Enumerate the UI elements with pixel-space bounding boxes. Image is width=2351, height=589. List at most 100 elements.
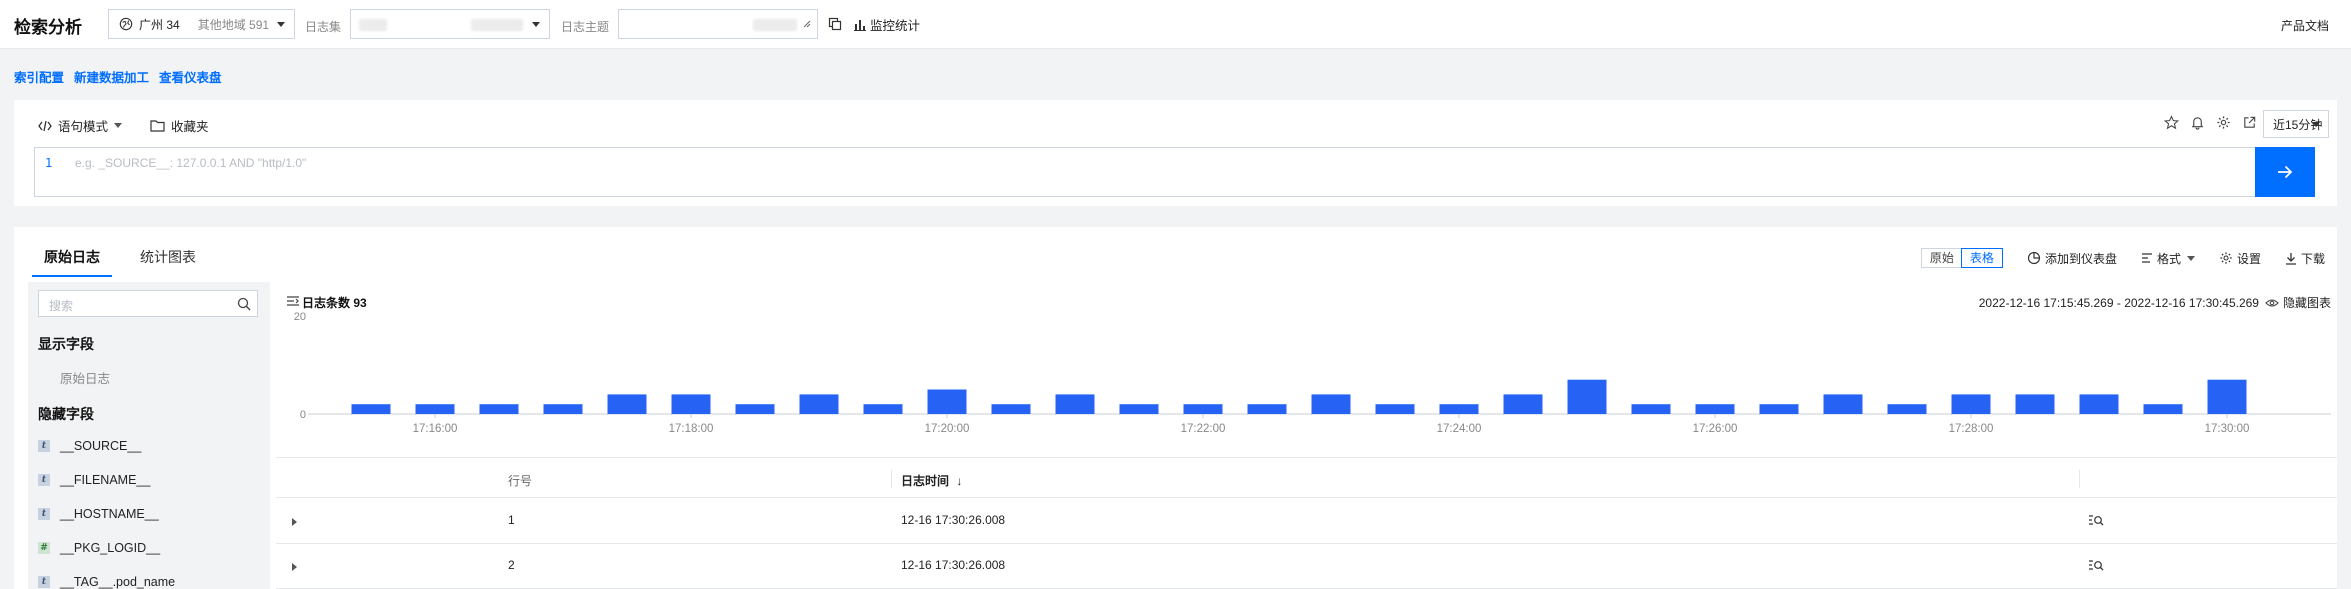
histogram-bar[interactable]: [2015, 394, 2055, 414]
histogram-bar[interactable]: [1887, 404, 1927, 414]
result-tabs: 原始日志 统计图表: [32, 227, 224, 277]
table-row[interactable]: 1 12-16 17:30:26.008: [276, 499, 2337, 544]
format-label: 格式: [2156, 251, 2181, 266]
context-search-icon[interactable]: [2088, 559, 2104, 571]
view-table-button[interactable]: 表格: [1960, 248, 2003, 268]
chevron-down-icon: [532, 22, 540, 27]
chevron-down-icon: [277, 22, 285, 27]
histogram-bar[interactable]: [1951, 394, 1991, 414]
histogram-bar[interactable]: [671, 394, 711, 414]
number-type-icon: #: [38, 542, 50, 554]
search-submit-button[interactable]: [2255, 147, 2315, 197]
logset-select[interactable]: [350, 9, 550, 39]
field-name: __PKG_LOGID__: [60, 541, 161, 555]
histogram-bar[interactable]: [479, 404, 519, 414]
hidden-field-item[interactable]: t __FILENAME__: [38, 473, 150, 487]
time-range-select[interactable]: 近15分钟: [2263, 110, 2329, 138]
query-editor[interactable]: 1 e.g. _SOURCE__: 127.0.0.1 AND "http/1.…: [34, 147, 2296, 197]
context-search-icon[interactable]: [2088, 514, 2104, 526]
settings-button[interactable]: 设置: [2219, 250, 2261, 267]
row-log-time: 12-16 17:30:26.008: [901, 513, 1006, 527]
field-name: __SOURCE__: [60, 439, 142, 453]
field-search-input[interactable]: 搜索: [38, 290, 258, 317]
index-config-link[interactable]: 索引配置: [14, 67, 64, 86]
expand-row-icon[interactable]: [292, 518, 297, 526]
histogram-bar[interactable]: [1695, 404, 1735, 414]
add-to-dashboard-button[interactable]: 添加到仪表盘: [2027, 250, 2117, 267]
histogram-bar[interactable]: [1631, 404, 1671, 414]
favorites-button[interactable]: 收藏夹: [150, 116, 209, 135]
region-select[interactable]: 广州 34 其他地域 591: [108, 9, 295, 39]
x-tick-label: 17:30:00: [2205, 423, 2250, 435]
histogram-bar[interactable]: [863, 404, 903, 414]
format-dropdown[interactable]: 格式: [2141, 250, 2195, 267]
histogram-bar[interactable]: [799, 394, 839, 414]
histogram-bar[interactable]: [1823, 394, 1863, 414]
histogram-bar[interactable]: [607, 394, 647, 414]
histogram-bar[interactable]: [2143, 404, 2183, 414]
shown-field-raw-log[interactable]: 原始日志: [60, 368, 110, 387]
monitor-stats-link[interactable]: 监控统计: [853, 15, 920, 34]
column-divider[interactable]: [891, 470, 892, 488]
x-tick-label: 17:16:00: [413, 423, 458, 435]
query-panel: 语句模式 收藏夹 近15分钟 1 e.g. _SOURCE__: 127.0.0…: [14, 100, 2337, 206]
logset-value-redacted-2: [471, 19, 523, 31]
histogram-bar[interactable]: [1055, 394, 1095, 414]
table-header: 行号 日志时间 ↓: [276, 458, 2337, 498]
histogram-bar[interactable]: [415, 404, 455, 414]
histogram-bar[interactable]: [2207, 379, 2247, 414]
row-log-time: 12-16 17:30:26.008: [901, 558, 1006, 572]
histogram-bar[interactable]: [991, 404, 1031, 414]
topic-select[interactable]: [618, 9, 818, 39]
hidden-field-item[interactable]: # __PKG_LOGID__: [38, 541, 160, 555]
view-dashboard-link[interactable]: 查看仪表盘: [159, 67, 222, 86]
view-raw-button[interactable]: 原始: [1922, 249, 1962, 267]
download-button[interactable]: 下载: [2285, 250, 2325, 267]
gear-icon: [2220, 252, 2232, 264]
histogram-bar[interactable]: [351, 404, 391, 414]
histogram-bar[interactable]: [2079, 394, 2119, 414]
column-divider[interactable]: [2079, 470, 2080, 488]
log-histogram: 日志条数 93 2022-12-16 17:15:45.269 - 2022-1…: [276, 282, 2337, 460]
shown-fields-header: 显示字段: [38, 336, 94, 352]
histogram-bar[interactable]: [735, 404, 775, 414]
syntax-mode-dropdown[interactable]: 语句模式: [38, 116, 123, 135]
product-docs-link[interactable]: 产品文档: [2281, 17, 2329, 34]
expand-row-icon[interactable]: [292, 563, 297, 571]
tab-stats-charts[interactable]: 统计图表: [128, 227, 208, 277]
histogram-bar[interactable]: [1119, 404, 1159, 414]
new-data-processing-link[interactable]: 新建数据加工: [74, 67, 149, 86]
star-icon[interactable]: [2164, 115, 2179, 130]
format-lines-icon: [2141, 253, 2152, 263]
col-log-time[interactable]: 日志时间 ↓: [901, 472, 962, 489]
histogram-bar[interactable]: [1375, 404, 1415, 414]
histogram-bar[interactable]: [1503, 394, 1543, 414]
tab-raw-logs[interactable]: 原始日志: [32, 227, 112, 277]
code-icon: [38, 120, 52, 131]
histogram-bar[interactable]: [1439, 404, 1479, 414]
histogram-bar[interactable]: [543, 404, 583, 414]
histogram-bar[interactable]: [1183, 404, 1223, 414]
text-type-icon: t: [38, 440, 50, 452]
histogram-bar[interactable]: [1759, 404, 1799, 414]
globe-icon: [119, 17, 133, 31]
histogram-bar[interactable]: [1247, 404, 1287, 414]
col-log-time-label: 日志时间: [901, 474, 950, 488]
copy-icon[interactable]: [828, 17, 842, 31]
hidden-field-item[interactable]: t __HOSTNAME__: [38, 507, 159, 521]
hidden-field-item[interactable]: t __SOURCE__: [38, 439, 141, 453]
table-row[interactable]: 2 12-16 17:30:26.008: [276, 544, 2337, 589]
row-line-number: 1: [508, 513, 515, 527]
bell-icon[interactable]: [2190, 115, 2205, 130]
hidden-field-item[interactable]: t __TAG__.pod_name: [38, 575, 175, 589]
external-link-icon[interactable]: [2242, 115, 2257, 130]
gear-icon[interactable]: [2216, 115, 2231, 130]
col-line-number[interactable]: 行号: [508, 472, 532, 489]
chevron-down-icon: [2312, 122, 2320, 127]
histogram-bar[interactable]: [1567, 379, 1607, 414]
histogram-bar[interactable]: [1311, 394, 1351, 414]
query-actions: [2164, 115, 2257, 130]
download-label: 下载: [2300, 251, 2325, 266]
arrow-right-icon: [2278, 165, 2293, 179]
histogram-bar[interactable]: [927, 389, 967, 415]
